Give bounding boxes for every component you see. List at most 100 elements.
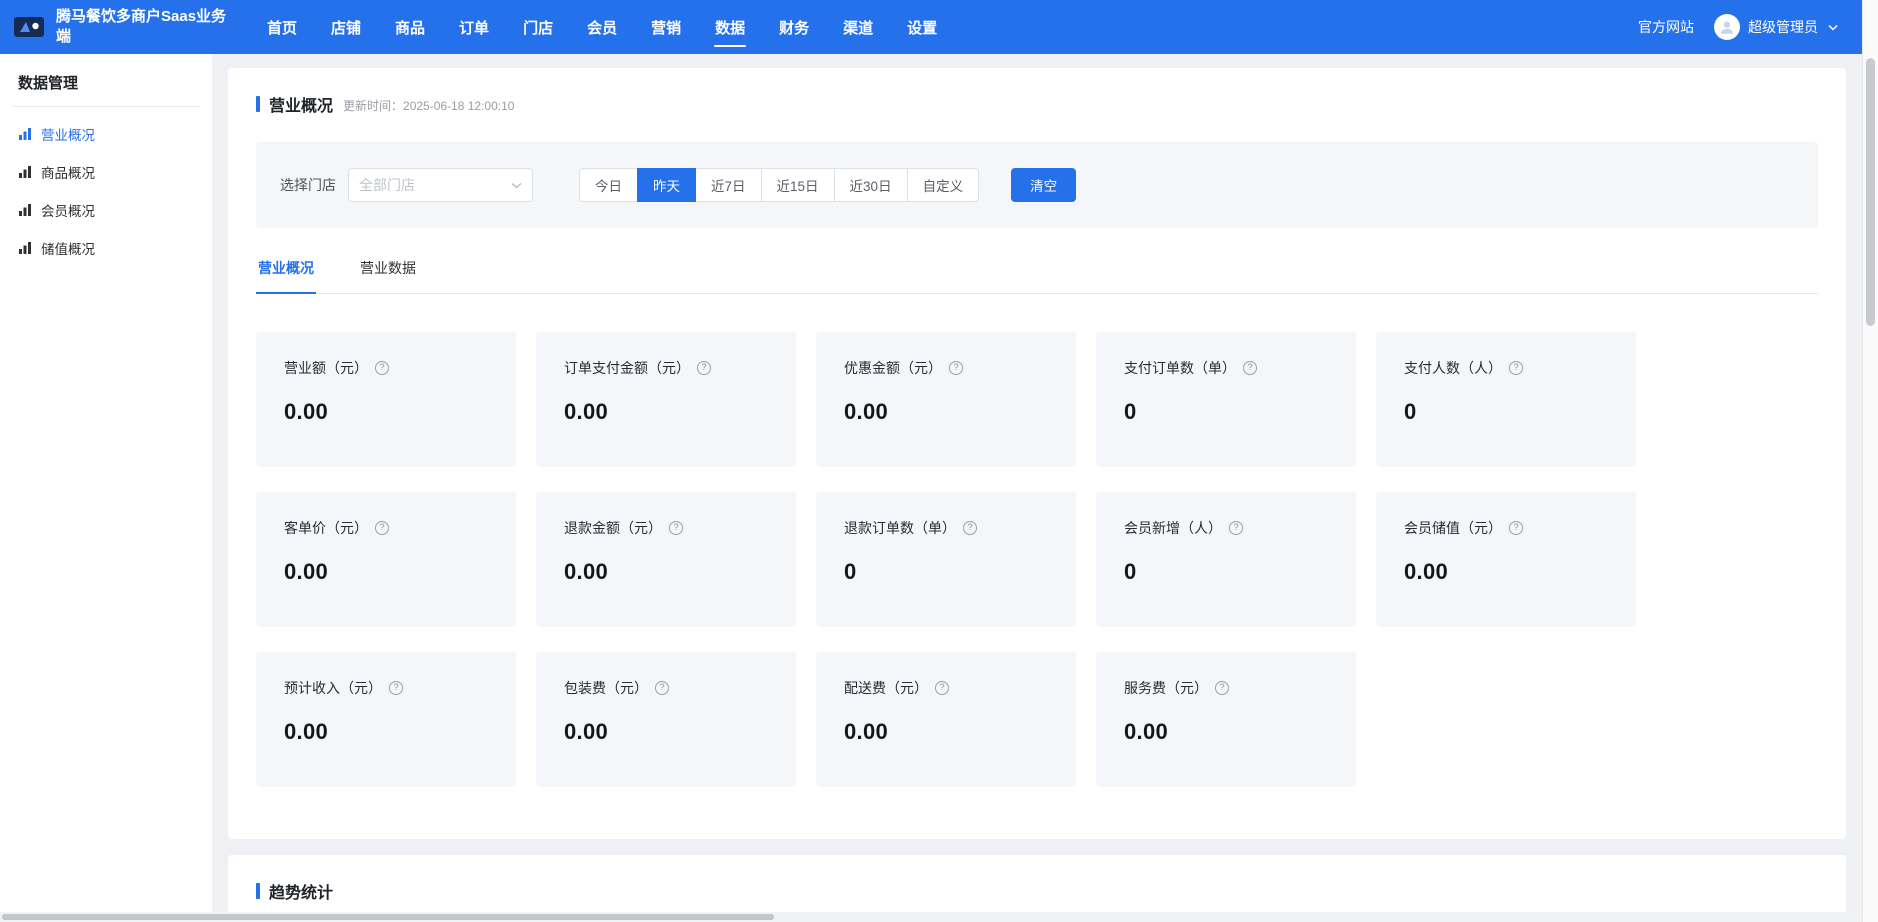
top-header: 腾马餐饮多商户Saas业务端 首页店铺商品订单门店会员营销数据财务渠道设置 官方… [0, 0, 1862, 54]
stat-head: 订单支付金额（元） ? [564, 358, 768, 378]
sidebar-item-label: 营业概况 [41, 124, 95, 144]
stat-card: 服务费（元） ? 0.00 [1096, 652, 1356, 787]
store-select[interactable]: 全部门店 [348, 168, 533, 202]
stat-head: 会员储值（元） ? [1404, 518, 1608, 538]
help-icon[interactable]: ? [1509, 361, 1523, 375]
section-accent-bar [256, 96, 260, 112]
help-icon[interactable]: ? [963, 521, 977, 535]
updated-time: 更新时间：2025-06-18 12:00:10 [343, 94, 514, 114]
help-icon[interactable]: ? [949, 361, 963, 375]
vertical-scrollbar-thumb[interactable] [1866, 58, 1875, 326]
nav-item[interactable]: 数据 [698, 0, 762, 54]
sidebar-item[interactable]: 储值概况 [0, 229, 212, 267]
help-icon[interactable]: ? [389, 681, 403, 695]
sidebar-item-label: 储值概况 [41, 238, 95, 258]
official-site-link[interactable]: 官方网站 [1638, 17, 1694, 37]
stat-card: 营业额（元） ? 0.00 [256, 332, 516, 467]
section-title: 营业概况 [269, 92, 333, 116]
date-range-button[interactable]: 近30日 [834, 168, 908, 202]
date-range-button[interactable]: 昨天 [637, 168, 696, 202]
help-icon[interactable]: ? [697, 361, 711, 375]
stat-head: 包装费（元） ? [564, 678, 768, 698]
stat-label: 预计收入（元） [284, 678, 382, 698]
help-icon[interactable]: ? [655, 681, 669, 695]
stat-card: 优惠金额（元） ? 0.00 [816, 332, 1076, 467]
stat-value: 0.00 [564, 399, 768, 425]
nav-item[interactable]: 设置 [890, 0, 954, 54]
screen: 腾马餐饮多商户Saas业务端 首页店铺商品订单门店会员营销数据财务渠道设置 官方… [0, 0, 1878, 922]
nav-item[interactable]: 渠道 [826, 0, 890, 54]
clear-button[interactable]: 清空 [1011, 168, 1076, 202]
date-range-button[interactable]: 近7日 [695, 168, 762, 202]
stat-value: 0.00 [844, 399, 1048, 425]
nav-item[interactable]: 订单 [442, 0, 506, 54]
stat-value: 0.00 [564, 719, 768, 745]
tab[interactable]: 营业数据 [358, 258, 418, 293]
stat-card: 配送费（元） ? 0.00 [816, 652, 1076, 787]
user-menu[interactable]: 超级管理员 [1714, 14, 1838, 40]
stat-value: 0.00 [1404, 559, 1608, 585]
stat-head: 退款金额（元） ? [564, 518, 768, 538]
trend-section-title: 趋势统计 [269, 879, 333, 903]
stat-label: 退款订单数（单） [844, 518, 956, 538]
stat-head: 退款订单数（单） ? [844, 518, 1048, 538]
help-icon[interactable]: ? [1229, 521, 1243, 535]
stat-head: 支付人数（人） ? [1404, 358, 1608, 378]
overview-tabs: 营业概况 营业数据 [256, 258, 1818, 294]
help-icon[interactable]: ? [375, 521, 389, 535]
stat-card: 支付订单数（单） ? 0 [1096, 332, 1356, 467]
stat-label: 包装费（元） [564, 678, 648, 698]
stat-card: 会员新增（人） ? 0 [1096, 492, 1356, 627]
help-icon[interactable]: ? [935, 681, 949, 695]
stat-card: 预计收入（元） ? 0.00 [256, 652, 516, 787]
sidebar-item[interactable]: 会员概况 [0, 191, 212, 229]
help-icon[interactable]: ? [1243, 361, 1257, 375]
stat-label: 会员储值（元） [1404, 518, 1502, 538]
stat-value: 0.00 [564, 559, 768, 585]
sidebar-item[interactable]: 营业概况 [0, 115, 212, 153]
chevron-down-icon [511, 176, 522, 194]
date-range-button[interactable]: 近15日 [761, 168, 835, 202]
stat-card: 会员储值（元） ? 0.00 [1376, 492, 1636, 627]
help-icon[interactable]: ? [1215, 681, 1229, 695]
stat-label: 营业额（元） [284, 358, 368, 378]
stat-label: 配送费（元） [844, 678, 928, 698]
nav-item[interactable]: 首页 [250, 0, 314, 54]
stat-head: 配送费（元） ? [844, 678, 1048, 698]
section-head: 营业概况 更新时间：2025-06-18 12:00:10 [256, 92, 1818, 116]
stat-card: 订单支付金额（元） ? 0.00 [536, 332, 796, 467]
stat-label: 退款金额（元） [564, 518, 662, 538]
stat-value: 0 [844, 559, 1048, 585]
app-logo-icon [14, 16, 46, 38]
stat-head: 客单价（元） ? [284, 518, 488, 538]
stat-label: 优惠金额（元） [844, 358, 942, 378]
chevron-down-icon [1828, 24, 1838, 31]
stat-value: 0.00 [1124, 719, 1328, 745]
nav-item[interactable]: 门店 [506, 0, 570, 54]
date-range-button[interactable]: 自定义 [907, 168, 980, 202]
stat-label: 会员新增（人） [1124, 518, 1222, 538]
nav-item[interactable]: 会员 [570, 0, 634, 54]
help-icon[interactable]: ? [375, 361, 389, 375]
date-range-button[interactable]: 今日 [579, 168, 638, 202]
bar-chart-icon [18, 203, 32, 217]
sidebar-item[interactable]: 商品概况 [0, 153, 212, 191]
nav-item[interactable]: 营销 [634, 0, 698, 54]
horizontal-scrollbar-thumb[interactable] [2, 914, 774, 920]
stat-card: 客单价（元） ? 0.00 [256, 492, 516, 627]
stats-grid: 营业额（元） ? 0.00 订单支付金额（元） ? 0.00 优惠金额（元） [256, 332, 1818, 787]
help-icon[interactable]: ? [1509, 521, 1523, 535]
help-icon[interactable]: ? [669, 521, 683, 535]
sidebar: 数据管理 营业概况 商品概况 会员概况 [0, 54, 212, 922]
nav-item[interactable]: 商品 [378, 0, 442, 54]
nav-item[interactable]: 财务 [762, 0, 826, 54]
stat-head: 预计收入（元） ? [284, 678, 488, 698]
tab[interactable]: 营业概况 [256, 258, 316, 294]
overview-card: 营业概况 更新时间：2025-06-18 12:00:10 选择门店 全部门店 … [228, 68, 1846, 839]
stat-card: 支付人数（人） ? 0 [1376, 332, 1636, 467]
stat-value: 0 [1404, 399, 1608, 425]
app-title: 腾马餐饮多商户Saas业务端 [56, 7, 228, 48]
nav-item[interactable]: 店铺 [314, 0, 378, 54]
bar-chart-icon [18, 241, 32, 255]
section-head: 趋势统计 [256, 879, 1818, 903]
